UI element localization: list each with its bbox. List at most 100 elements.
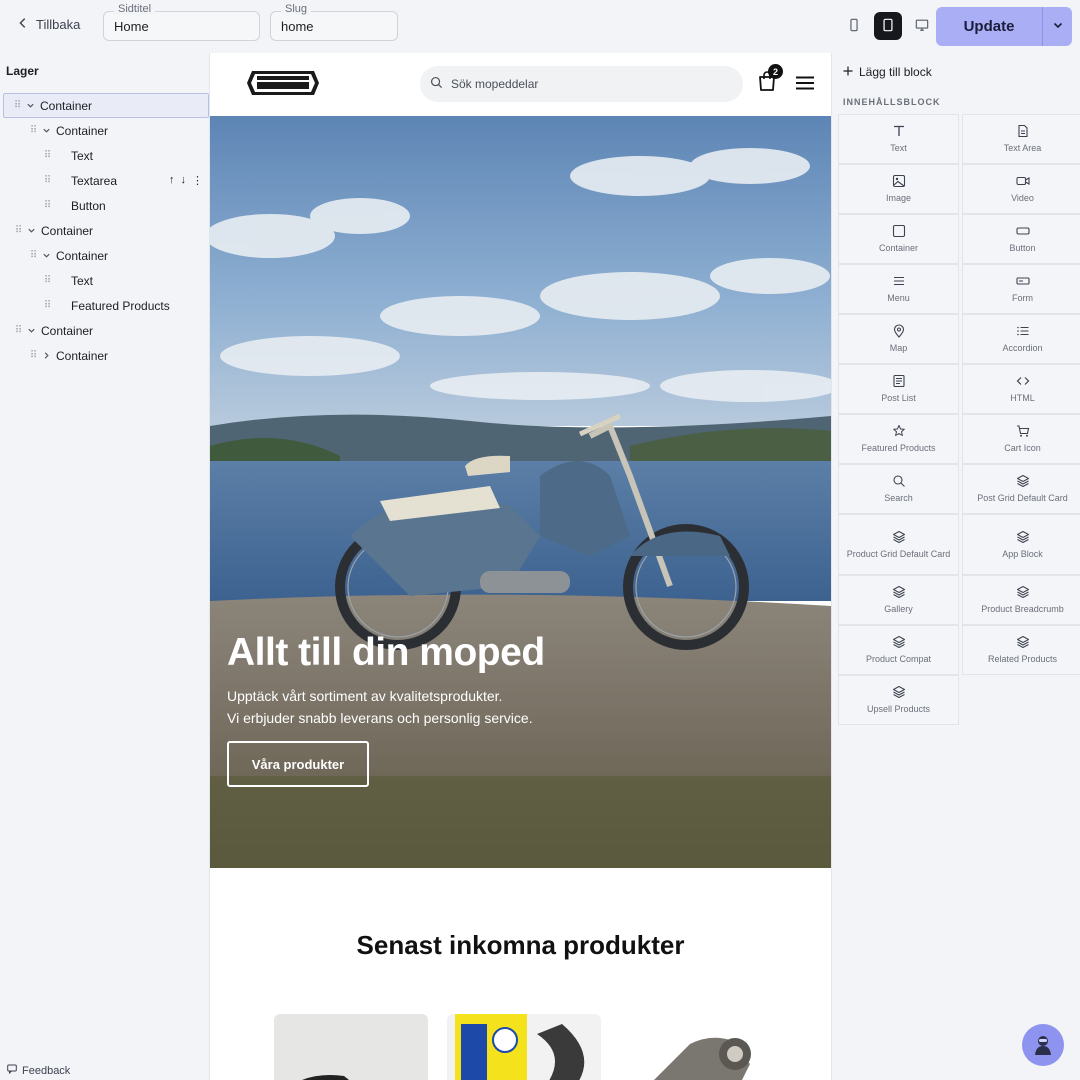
layer-node[interactable]: ⠿ Container [0, 243, 210, 268]
product-card-image[interactable] [274, 1014, 428, 1080]
block-tile-container[interactable]: Container [838, 214, 959, 264]
hero-section[interactable]: Allt till din moped Upptäck vårt sortime… [210, 116, 831, 868]
layer-label: Container [56, 348, 109, 363]
page-preview[interactable]: Sök mopeddelar 2 Allt till din moped Upp… [210, 53, 831, 1080]
drag-handle-icon[interactable]: ⠿ [29, 125, 37, 137]
block-tile-text-area[interactable]: Text Area [962, 114, 1080, 164]
hero-subtitle-line: Vi erbjuder snabb leverans och personlig… [227, 710, 533, 726]
chevron-down-icon[interactable] [41, 251, 51, 261]
product-card-image[interactable] [620, 1014, 774, 1080]
block-tile-form[interactable]: Form [962, 264, 1080, 314]
site-header[interactable]: Sök mopeddelar 2 [210, 53, 831, 116]
newspaper-icon [892, 374, 906, 388]
chevron-down-icon [1052, 19, 1064, 34]
layers-icon [892, 585, 906, 599]
chevron-down-icon[interactable] [25, 101, 35, 111]
drag-handle-icon[interactable]: ⠿ [43, 150, 51, 162]
block-tile-html[interactable]: HTML [962, 364, 1080, 414]
drag-handle-icon[interactable]: ⠿ [43, 175, 51, 187]
mobile-view-button[interactable] [840, 12, 868, 40]
product-card-image[interactable] [447, 1014, 601, 1080]
layers-icon [1016, 530, 1030, 544]
block-tile-featured-products[interactable]: Featured Products [838, 414, 959, 464]
layer-tree: ⠿ Container ⠿ Container ⠿ Text ⠿ Textare… [0, 93, 210, 368]
drag-handle-icon[interactable]: ⠿ [29, 250, 37, 262]
feedback-button[interactable]: Feedback [7, 1064, 70, 1077]
cart-count-badge: 2 [768, 64, 783, 79]
block-tile-post-list[interactable]: Post List [838, 364, 959, 414]
layer-node[interactable]: ⠿ Featured Products [0, 293, 210, 318]
chevron-down-icon[interactable] [26, 226, 36, 236]
layers-icon [892, 635, 906, 649]
hero-subtitle-line: Upptäck vårt sortiment av kvalitetsprodu… [227, 688, 503, 704]
layer-label: Text [71, 273, 94, 288]
layer-node[interactable]: ⠿ Button [0, 193, 210, 218]
page-title-value[interactable]: Home [114, 19, 149, 34]
back-button[interactable]: Tillbaka [16, 16, 80, 33]
drag-handle-icon[interactable]: ⠿ [29, 350, 37, 362]
slug-field[interactable]: Slug home [270, 3, 398, 41]
more-options-icon[interactable]: ⋮ [192, 174, 203, 187]
layer-label: Container [40, 98, 93, 113]
site-search-bar[interactable]: Sök mopeddelar [420, 66, 743, 102]
text-icon [892, 124, 906, 138]
assistant-chat-button[interactable] [1022, 1024, 1064, 1066]
page-title-field[interactable]: Sidtitel Home [103, 3, 260, 41]
drag-handle-icon[interactable]: ⠿ [43, 200, 51, 212]
layer-node[interactable]: ⠿ Container [0, 218, 210, 243]
hero-cta-button[interactable]: Våra produkter [227, 741, 369, 787]
layers-icon [892, 530, 906, 544]
chevron-down-icon[interactable] [41, 126, 51, 136]
search-icon [892, 474, 906, 488]
tablet-view-button[interactable] [874, 12, 902, 40]
blocks-panel: Lägg till block INNEHÅLLSBLOCK Text Text… [831, 53, 1080, 1080]
layer-node[interactable]: ⠿ Text [0, 268, 210, 293]
brand-logo[interactable] [246, 67, 320, 99]
update-button[interactable]: Update [936, 7, 1042, 46]
layer-node[interactable]: ⠿ Textarea ↑ ↓ ⋮ [0, 168, 210, 193]
block-tile-menu[interactable]: Menu [838, 264, 959, 314]
move-up-icon[interactable]: ↑ [169, 174, 175, 187]
block-tile-map[interactable]: Map [838, 314, 959, 364]
search-placeholder: Sök mopeddelar [451, 77, 539, 91]
add-block-button[interactable]: Lägg till block [843, 65, 932, 79]
button-icon [1015, 224, 1030, 238]
layer-node[interactable]: ⠿ Container [3, 93, 209, 118]
block-tile-gallery[interactable]: Gallery [838, 575, 959, 625]
cart-icon [1016, 424, 1030, 438]
block-tile-app-block[interactable]: App Block [962, 514, 1080, 575]
layer-node[interactable]: ⠿ Container [0, 118, 210, 143]
drag-handle-icon[interactable]: ⠿ [14, 325, 22, 337]
layer-node[interactable]: ⠿ Text [0, 143, 210, 168]
desktop-view-button[interactable] [908, 12, 936, 40]
block-tile-text[interactable]: Text [838, 114, 959, 164]
block-tile-product-breadcrumb[interactable]: Product Breadcrumb [962, 575, 1080, 625]
block-tile-video[interactable]: Video [962, 164, 1080, 214]
update-options-button[interactable] [1042, 7, 1072, 46]
slug-value[interactable]: home [281, 19, 314, 34]
block-tile-image[interactable]: Image [838, 164, 959, 214]
device-switcher [840, 12, 936, 40]
block-tile-accordion[interactable]: Accordion [962, 314, 1080, 364]
chevron-down-icon[interactable] [26, 326, 36, 336]
block-tile-related-products[interactable]: Related Products [962, 625, 1080, 675]
block-tile-button[interactable]: Button [962, 214, 1080, 264]
slug-label: Slug [281, 3, 312, 15]
drag-handle-icon[interactable]: ⠿ [43, 275, 51, 287]
drag-handle-icon[interactable]: ⠿ [13, 100, 21, 112]
chevron-right-icon[interactable] [41, 351, 51, 361]
chevron-left-icon [16, 16, 30, 33]
block-tile-post-grid-default-card[interactable]: Post Grid Default Card [962, 464, 1080, 514]
block-tile-product-grid-default-card[interactable]: Product Grid Default Card [838, 514, 959, 575]
hamburger-menu-icon[interactable] [796, 76, 814, 90]
layer-actions: ↑ ↓ ⋮ [169, 174, 203, 187]
drag-handle-icon[interactable]: ⠿ [14, 225, 22, 237]
block-tile-upsell-products[interactable]: Upsell Products [838, 675, 959, 725]
block-tile-search[interactable]: Search [838, 464, 959, 514]
layer-node[interactable]: ⠿ Container [0, 343, 210, 368]
block-tile-product-compat[interactable]: Product Compat [838, 625, 959, 675]
block-tile-cart-icon[interactable]: Cart Icon [962, 414, 1080, 464]
layer-node[interactable]: ⠿ Container [0, 318, 210, 343]
move-down-icon[interactable]: ↓ [181, 174, 187, 187]
drag-handle-icon[interactable]: ⠿ [43, 300, 51, 312]
